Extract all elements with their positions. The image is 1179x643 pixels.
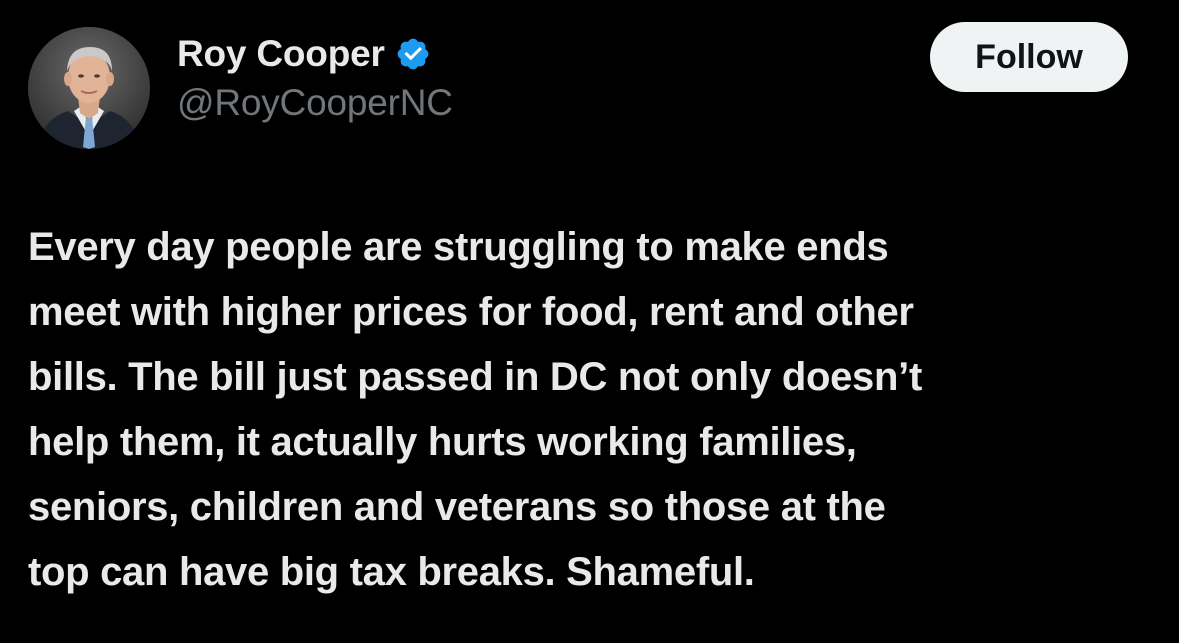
- author-handle[interactable]: @RoyCooperNC: [177, 82, 453, 124]
- tweet-text-line: top can have big tax breaks. Shameful.: [28, 550, 755, 594]
- tweet-text-line: Every day people are struggling to make …: [28, 225, 889, 269]
- profile-photo-icon: [28, 27, 150, 149]
- avatar[interactable]: [28, 27, 150, 149]
- tweet-text-line: seniors, children and veterans so those …: [28, 485, 886, 529]
- author-display-name[interactable]: Roy Cooper: [177, 33, 385, 75]
- author-name-row: Roy Cooper: [177, 30, 431, 78]
- tweet-text-line: help them, it actually hurts working fam…: [28, 420, 857, 464]
- tweet-text: Every day people are struggling to make …: [28, 215, 1158, 605]
- tweet-text-line: bills. The bill just passed in DC not on…: [28, 355, 922, 399]
- tweet-text-line: meet with higher prices for food, rent a…: [28, 290, 914, 334]
- tweet-card: Roy Cooper @RoyCooperNC Follow Every day…: [0, 0, 1179, 643]
- verified-badge-icon[interactable]: [395, 36, 431, 72]
- follow-button[interactable]: Follow: [930, 22, 1128, 92]
